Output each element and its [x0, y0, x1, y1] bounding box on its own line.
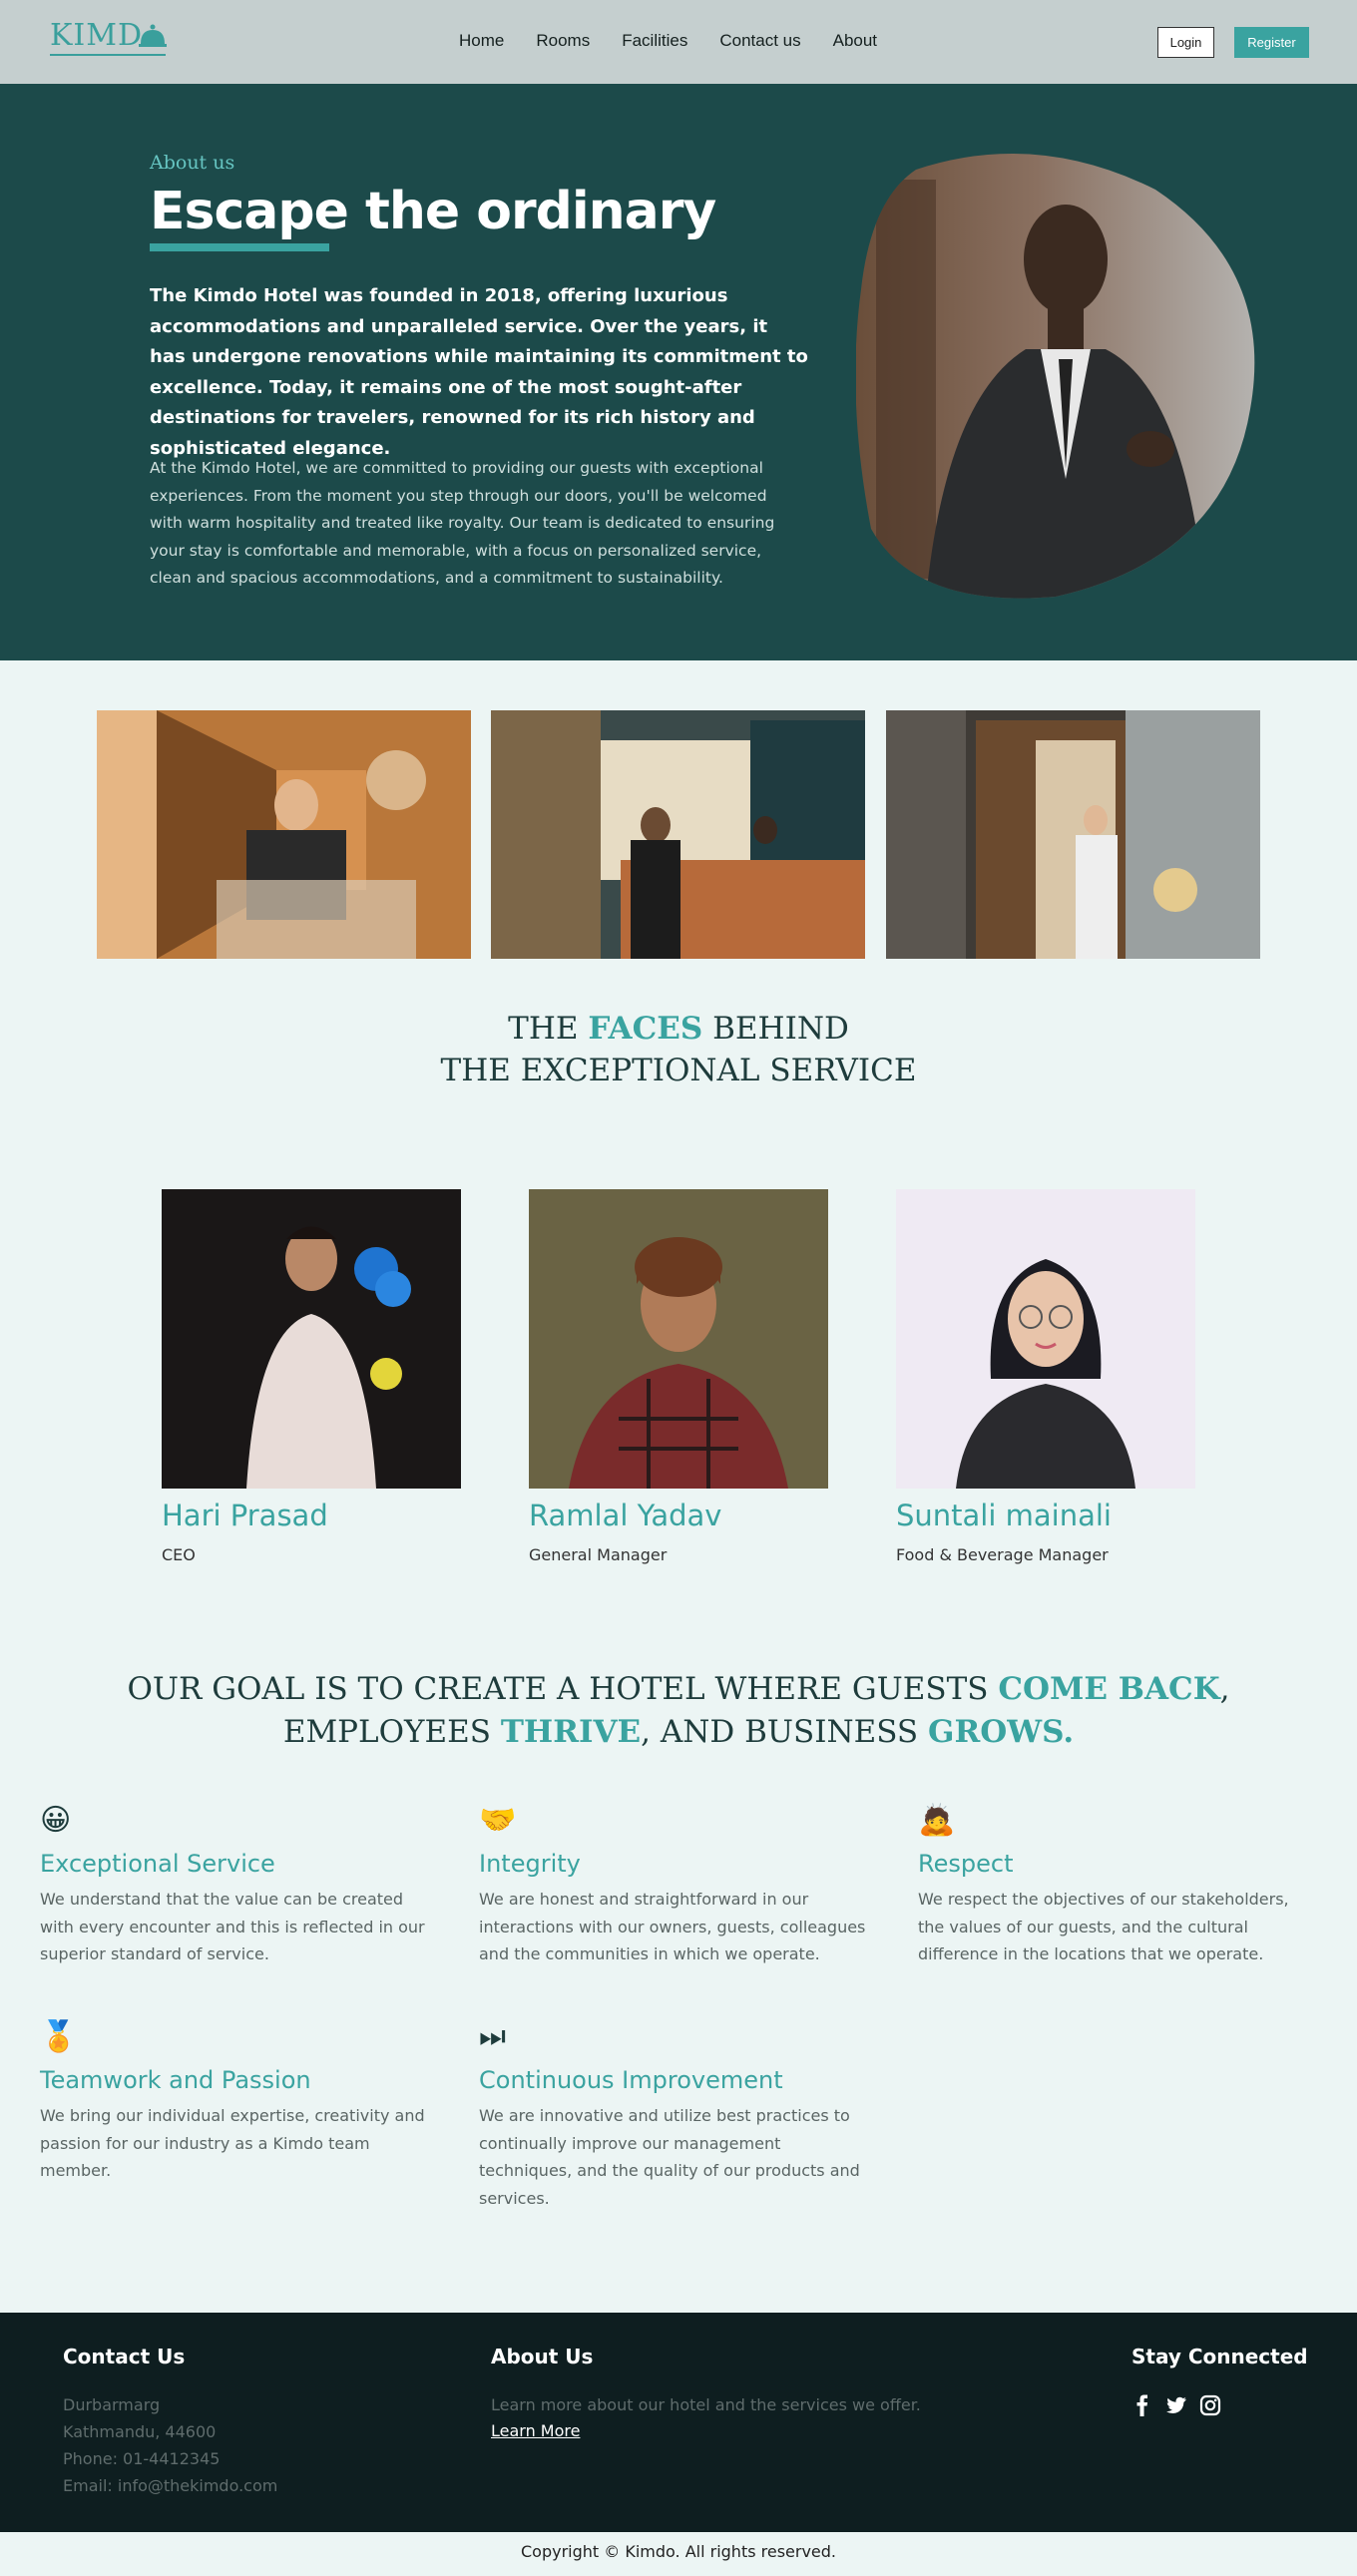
value-title: Exceptional Service — [40, 1850, 275, 1878]
value-title: Respect — [918, 1850, 1014, 1878]
hero-portrait-photo — [856, 154, 1255, 599]
nav-links: Home Rooms Facilities Contact us About — [459, 31, 909, 51]
member-photo-suntali — [896, 1189, 1195, 1489]
handshake-icon: 🤝 — [479, 1803, 517, 1838]
smiley-icon: 😀 — [40, 1803, 72, 1838]
login-button[interactable]: Login — [1157, 27, 1214, 58]
kimdo-logo[interactable]: KIMD — [50, 16, 170, 60]
nav-facilities[interactable]: Facilities — [622, 31, 687, 51]
gallery-photo-waiter — [97, 710, 471, 959]
member-role: General Manager — [529, 1545, 668, 1564]
member-name: Suntali mainali — [896, 1499, 1112, 1532]
footer-address-line1: Durbarmarg — [63, 2395, 161, 2414]
fast-forward-icon: ⏭ — [479, 2019, 506, 2054]
instagram-icon[interactable] — [1199, 2394, 1221, 2416]
footer-contact-title: Contact Us — [63, 2345, 186, 2368]
site-footer: Contact Us Durbarmarg Kathmandu, 44600 P… — [0, 2313, 1357, 2532]
nav-about[interactable]: About — [833, 31, 877, 51]
logo-underline — [50, 54, 166, 56]
nav-home[interactable]: Home — [459, 31, 504, 51]
gallery-photo-doorman — [886, 710, 1260, 959]
footer-about-title: About Us — [491, 2345, 594, 2368]
member-role: Food & Beverage Manager — [896, 1545, 1109, 1564]
member-name: Hari Prasad — [162, 1499, 328, 1532]
team-heading-pre: THE — [508, 1011, 589, 1047]
footer-phone: Phone: 01-4412345 — [63, 2449, 221, 2468]
member-photo-hari — [162, 1189, 461, 1489]
top-navbar: KIMD Home Rooms Facilities Contact us Ab… — [0, 0, 1357, 84]
goal-line1-post: , — [1219, 1671, 1230, 1707]
value-title: Continuous Improvement — [479, 2066, 783, 2094]
gallery-photo-reception — [491, 710, 865, 959]
member-photo-ramlal — [529, 1189, 828, 1489]
goal-heading: OUR GOAL IS TO CREATE A HOTEL WHERE GUES… — [0, 1668, 1357, 1754]
learn-more-link[interactable]: Learn More — [491, 2421, 580, 2440]
team-heading-post: BEHIND — [702, 1011, 849, 1047]
value-description: We are innovative and utilize best pract… — [479, 2106, 860, 2208]
team-heading-line2: THE EXCEPTIONAL SERVICE — [440, 1053, 917, 1088]
hero-eyebrow: About us — [150, 152, 235, 174]
value-title: Integrity — [479, 1850, 581, 1878]
team-heading-accent: FACES — [588, 1011, 703, 1047]
twitter-icon[interactable] — [1165, 2394, 1187, 2416]
goal-line2-pre: EMPLOYEES — [282, 1714, 501, 1750]
goal-accent-come-back: COME BACK — [998, 1671, 1220, 1707]
bowing-person-icon: 🙇 — [918, 1803, 956, 1838]
facebook-icon[interactable] — [1131, 2394, 1153, 2416]
about-hero: About us Escape the ordinary The Kimdo H… — [0, 84, 1357, 660]
footer-connect-title: Stay Connected — [1131, 2345, 1308, 2368]
hero-body-paragraph: At the Kimdo Hotel, we are committed to … — [150, 459, 775, 587]
member-name: Ramlal Yadav — [529, 1499, 722, 1532]
nav-rooms[interactable]: Rooms — [536, 31, 590, 51]
medal-icon: 🏅 — [40, 2019, 78, 2054]
value-description: We respect the objectives of our stakeho… — [918, 1890, 1289, 1963]
footer-address-line2: Kathmandu, 44600 — [63, 2422, 217, 2441]
register-button[interactable]: Register — [1234, 27, 1309, 58]
hero-title-underline — [150, 243, 329, 251]
logo-text: KIMD — [50, 18, 144, 53]
nav-contact[interactable]: Contact us — [719, 31, 800, 51]
hero-lead-paragraph: The Kimdo Hotel was founded in 2018, off… — [150, 285, 808, 459]
footer-email[interactable]: Email: info@thekimdo.com — [63, 2476, 277, 2495]
footer-about-text: Learn more about our hotel and the servi… — [491, 2395, 921, 2414]
goal-accent-thrive: THRIVE — [500, 1714, 642, 1750]
goal-line2-mid: , AND BUSINESS — [641, 1714, 929, 1750]
member-role: CEO — [162, 1545, 196, 1564]
goal-accent-grows: GROWS. — [928, 1714, 1075, 1750]
social-links — [1131, 2394, 1221, 2416]
copyright-text: Copyright © Kimdo. All rights reserved. — [520, 2542, 837, 2561]
hero-title: Escape the ordinary — [150, 182, 716, 241]
team-heading: THE FACES BEHIND THE EXCEPTIONAL SERVICE — [0, 1008, 1357, 1091]
value-description: We bring our individual expertise, creat… — [40, 2106, 425, 2180]
value-description: We understand that the value can be crea… — [40, 1890, 425, 1963]
goal-line1-pre: OUR GOAL IS TO CREATE A HOTEL WHERE GUES… — [127, 1671, 999, 1707]
value-description: We are honest and straightforward in our… — [479, 1890, 866, 1963]
service-bell-icon — [139, 24, 167, 47]
value-title: Teamwork and Passion — [40, 2066, 311, 2094]
